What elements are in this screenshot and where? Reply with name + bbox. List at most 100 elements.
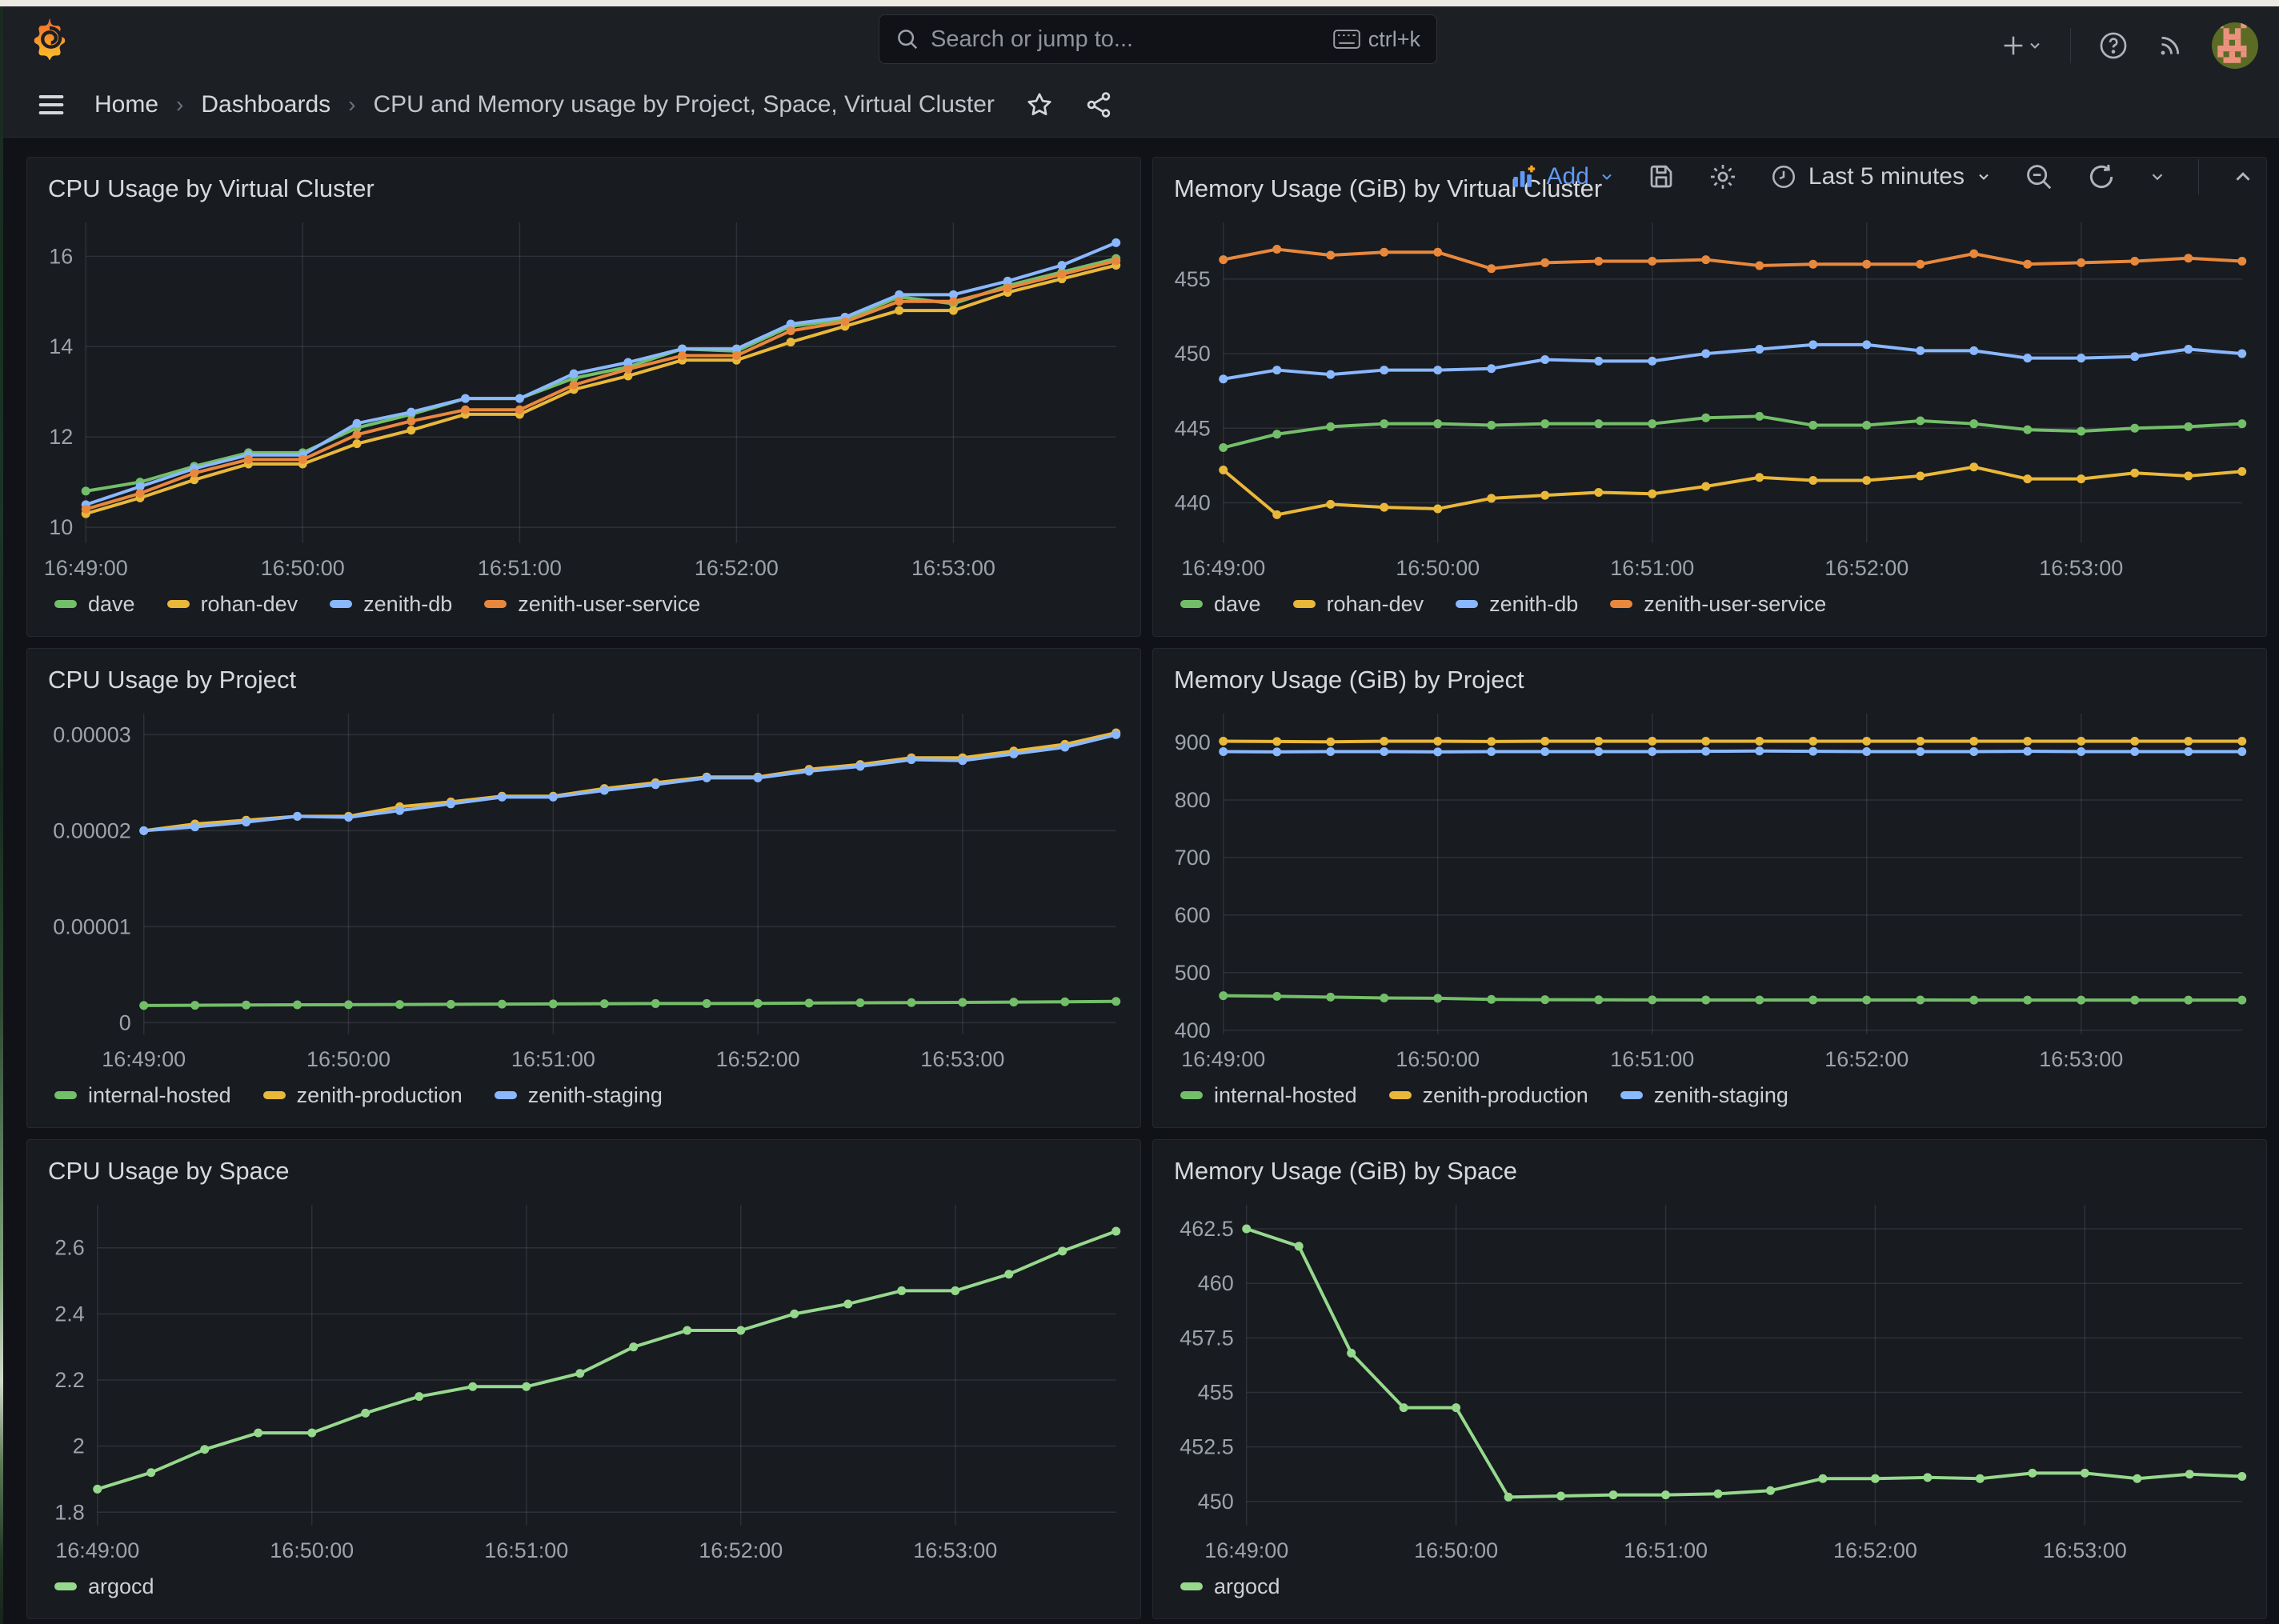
svg-text:455: 455	[1198, 1381, 1234, 1405]
search-input[interactable]: Search or jump to... ctrl+k	[879, 14, 1437, 64]
svg-text:452.5: 452.5	[1180, 1435, 1234, 1459]
time-series-chart[interactable]: 1.822.22.42.616:49:0016:50:0016:51:0016:…	[27, 1186, 1140, 1572]
panel-title[interactable]: CPU Usage by Project	[27, 649, 1140, 694]
legend-swatch	[263, 1091, 286, 1099]
svg-text:0.00003: 0.00003	[53, 723, 131, 747]
legend-item-argocd[interactable]: argocd	[54, 1574, 154, 1599]
panel-title[interactable]: Memory Usage (GiB) by Space	[1153, 1140, 2266, 1186]
svg-text:16:52:00: 16:52:00	[716, 1047, 800, 1071]
panel-cpu-usage-by-virtual-cluster: CPU Usage by Virtual Cluster 1012141616:…	[26, 157, 1141, 637]
legend-swatch	[1180, 600, 1203, 608]
panel-title[interactable]: CPU Usage by Virtual Cluster	[27, 158, 1140, 203]
panel-title[interactable]: CPU Usage by Space	[27, 1140, 1140, 1186]
legend-swatch	[1610, 600, 1632, 608]
refresh-interval-dropdown[interactable]	[2149, 168, 2166, 186]
breadcrumb: Home › Dashboards › CPU and Memory usage…	[94, 91, 995, 118]
legend-label: zenith-user-service	[518, 592, 700, 617]
svg-text:16:51:00: 16:51:00	[1624, 1538, 1708, 1562]
panel-memory-usage-by-project: Memory Usage (GiB) by Project 4005006007…	[1152, 648, 2267, 1128]
legend-item-zenith-staging[interactable]: zenith-staging	[1620, 1083, 1788, 1108]
collapse-toolbar-button[interactable]	[2231, 165, 2255, 189]
time-series-chart[interactable]: 1012141616:49:0016:50:0016:51:0016:52:00…	[27, 203, 1140, 590]
legend-item-rohan-dev[interactable]: rohan-dev	[1293, 592, 1424, 617]
breadcrumb-home[interactable]: Home	[94, 91, 158, 118]
legend-item-dave[interactable]: dave	[1180, 592, 1261, 617]
legend-item-zenith-db[interactable]: zenith-db	[330, 592, 452, 617]
chevron-down-icon	[2027, 38, 2043, 54]
svg-text:16:50:00: 16:50:00	[1414, 1538, 1498, 1562]
legend-label: zenith-production	[1423, 1083, 1588, 1108]
legend-swatch	[54, 1582, 77, 1590]
favorite-star-button[interactable]	[1025, 90, 1054, 119]
legend-label: zenith-production	[297, 1083, 463, 1108]
svg-text:16:52:00: 16:52:00	[1833, 1538, 1917, 1562]
svg-text:900: 900	[1175, 730, 1211, 754]
new-dropdown-button[interactable]	[2000, 32, 2043, 59]
legend-item-dave[interactable]: dave	[54, 592, 135, 617]
legend-item-zenith-production[interactable]: zenith-production	[263, 1083, 463, 1108]
help-button[interactable]	[2098, 30, 2129, 61]
time-series-chart[interactable]: 450452.5455457.5460462.516:49:0016:50:00…	[1153, 1186, 2266, 1572]
svg-text:462.5: 462.5	[1180, 1217, 1234, 1241]
svg-text:16: 16	[49, 245, 73, 269]
legend-item-internal-hosted[interactable]: internal-hosted	[1180, 1083, 1357, 1108]
legend-label: rohan-dev	[1327, 592, 1424, 617]
svg-text:0.00001: 0.00001	[53, 915, 131, 939]
share-button[interactable]	[1084, 90, 1113, 119]
dashboard-toolbar: Home › Dashboards › CPU and Memory usage…	[0, 72, 2279, 138]
search-shortcut: ctrl+k	[1333, 27, 1420, 52]
legend-item-zenith-user-service[interactable]: zenith-user-service	[1610, 592, 1826, 617]
svg-text:16:53:00: 16:53:00	[2039, 1047, 2123, 1071]
svg-text:0.00002: 0.00002	[53, 819, 131, 843]
svg-text:16:50:00: 16:50:00	[1396, 556, 1480, 580]
time-series-chart[interactable]: 44044545045516:49:0016:50:0016:51:0016:5…	[1153, 203, 2266, 590]
svg-text:16:49:00: 16:49:00	[1204, 1538, 1288, 1562]
user-avatar[interactable]	[2212, 22, 2258, 69]
svg-text:16:49:00: 16:49:00	[102, 1047, 186, 1071]
legend-item-zenith-production[interactable]: zenith-production	[1389, 1083, 1588, 1108]
svg-text:500: 500	[1175, 961, 1211, 985]
time-series-chart[interactable]: 40050060070080090016:49:0016:50:0016:51:…	[1153, 694, 2266, 1081]
svg-text:800: 800	[1175, 788, 1211, 812]
time-range-picker[interactable]: Last 5 minutes	[1770, 163, 1992, 190]
svg-text:16:52:00: 16:52:00	[699, 1538, 783, 1562]
chart-legend: internal-hosted zenith-production zenith-s…	[27, 1081, 1140, 1127]
legend-label: zenith-user-service	[1644, 592, 1826, 617]
legend-swatch	[1389, 1091, 1412, 1099]
legend-item-internal-hosted[interactable]: internal-hosted	[54, 1083, 231, 1108]
legend-item-zenith-user-service[interactable]: zenith-user-service	[484, 592, 700, 617]
time-series-chart[interactable]: 00.000010.000020.0000316:49:0016:50:0016…	[27, 694, 1140, 1081]
rss-icon	[2156, 31, 2185, 60]
legend-item-argocd[interactable]: argocd	[1180, 1574, 1280, 1599]
save-dashboard-button[interactable]	[1647, 162, 1676, 191]
legend-label: dave	[1214, 592, 1261, 617]
legend-swatch	[1456, 600, 1478, 608]
grafana-logo[interactable]	[27, 17, 72, 62]
zoom-out-time-button[interactable]	[2024, 162, 2054, 192]
legend-item-zenith-staging[interactable]: zenith-staging	[495, 1083, 663, 1108]
legend-swatch	[495, 1091, 517, 1099]
svg-text:16:50:00: 16:50:00	[270, 1538, 354, 1562]
svg-text:16:50:00: 16:50:00	[1396, 1047, 1480, 1071]
topbar-divider	[2070, 28, 2071, 63]
legend-item-rohan-dev[interactable]: rohan-dev	[167, 592, 298, 617]
chart-legend: dave rohan-dev zenith-db zenith-user-servic…	[27, 590, 1140, 636]
legend-swatch	[54, 600, 77, 608]
news-button[interactable]	[2156, 31, 2185, 60]
time-range-label: Last 5 minutes	[1808, 163, 1965, 190]
add-panel-button[interactable]: Add	[1510, 163, 1615, 190]
panel-cpu-usage-by-project: CPU Usage by Project 00.000010.000020.00…	[26, 648, 1141, 1128]
legend-swatch	[1620, 1091, 1643, 1099]
legend-swatch	[167, 600, 190, 608]
breadcrumb-dashboards[interactable]: Dashboards	[201, 91, 330, 118]
legend-item-zenith-db[interactable]: zenith-db	[1456, 592, 1578, 617]
legend-label: rohan-dev	[201, 592, 298, 617]
panel-title[interactable]: Memory Usage (GiB) by Project	[1153, 649, 2266, 694]
panel-memory-usage-by-space: Memory Usage (GiB) by Space 450452.54554…	[1152, 1139, 2267, 1619]
search-icon	[895, 27, 919, 51]
refresh-button[interactable]	[2086, 162, 2117, 192]
menu-toggle-button[interactable]	[35, 89, 67, 121]
dashboard-settings-button[interactable]	[1708, 162, 1738, 192]
legend-label: dave	[88, 592, 135, 617]
svg-text:16:53:00: 16:53:00	[2039, 556, 2123, 580]
